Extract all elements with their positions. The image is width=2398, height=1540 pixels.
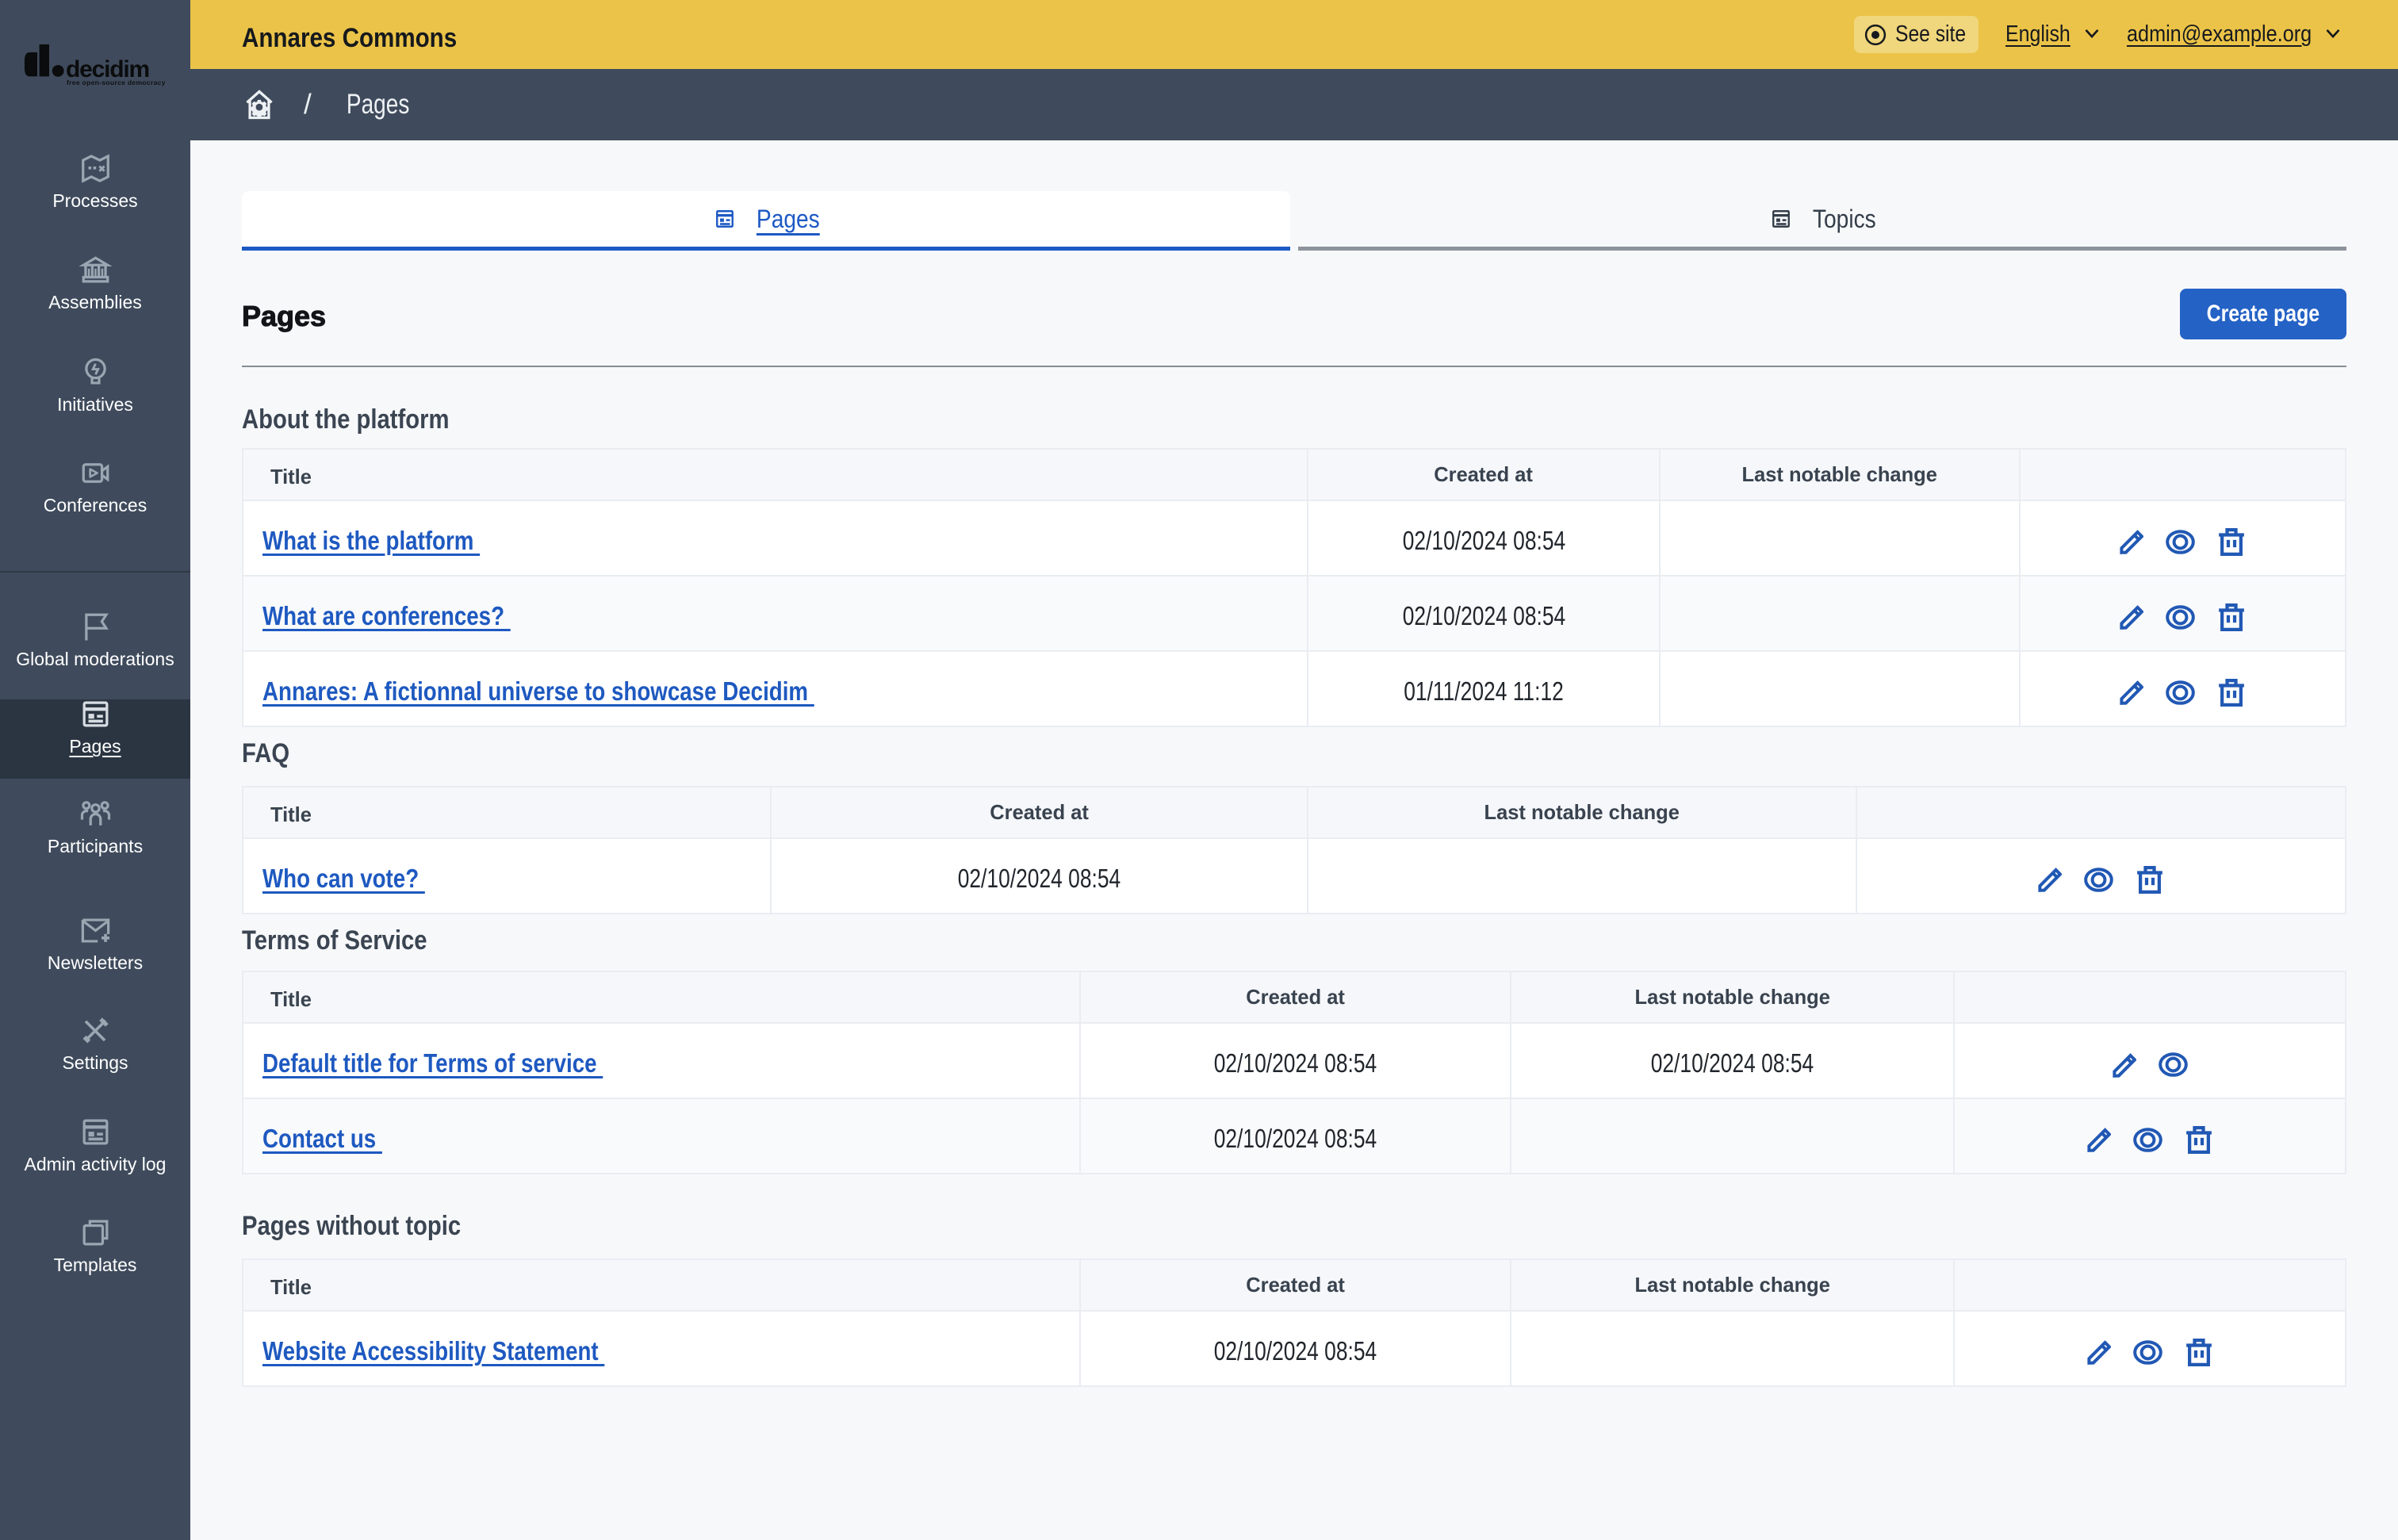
svg-text:free open-source democracy: free open-source democracy (67, 79, 166, 86)
